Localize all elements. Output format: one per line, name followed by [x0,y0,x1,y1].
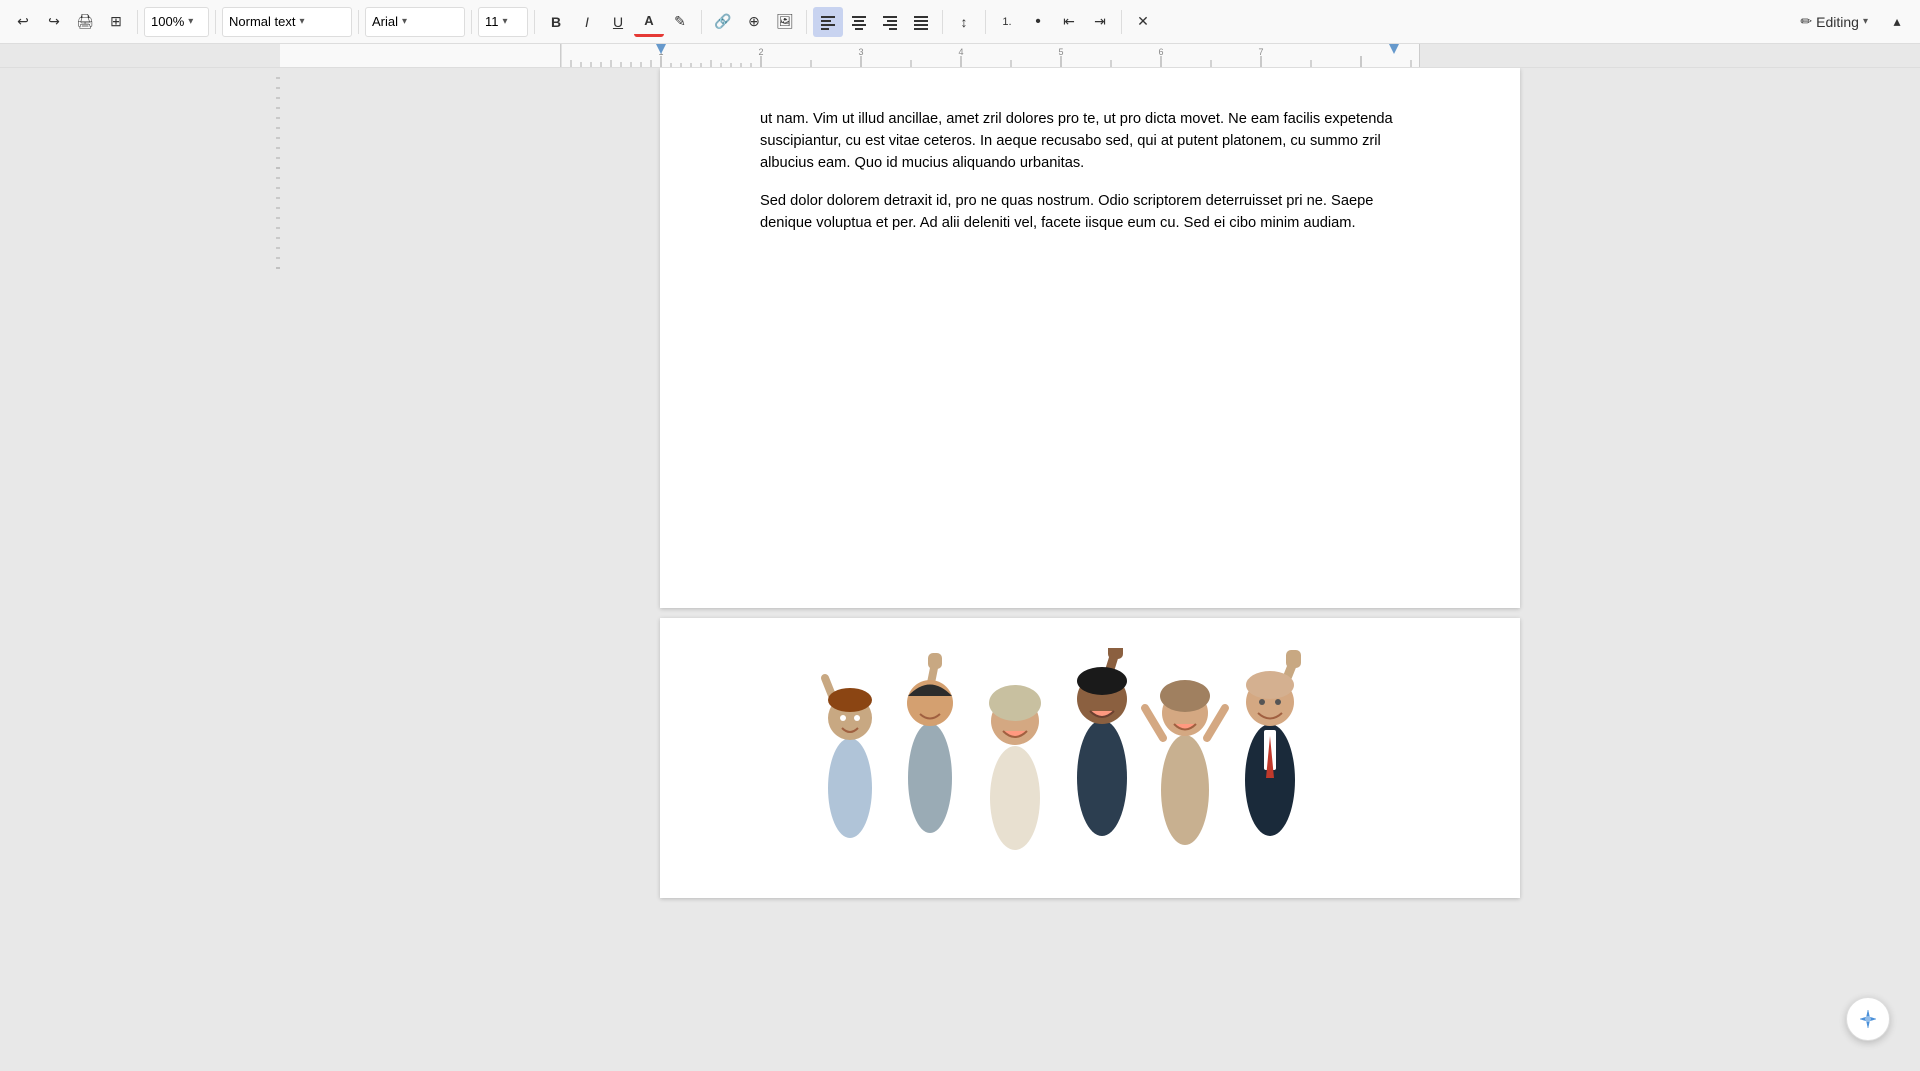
divider-6 [701,10,702,34]
editing-mode-button[interactable]: ✏ Editing ▾ [1792,9,1876,34]
right-sidebar [1900,68,1920,1071]
zoom-value: 100% [151,14,184,29]
font-value: Arial [372,14,398,29]
person-2 [907,653,953,833]
align-center-button[interactable] [844,7,874,37]
ruler-marks: 1 2 3 4 5 6 7 [560,44,1420,68]
align-justify-icon [913,14,929,30]
insert-group: 🔗 ⊕ 🖼 [708,7,800,37]
print-button[interactable]: 🖨 [70,7,100,37]
divider-5 [534,10,535,34]
page-1-content[interactable]: ut nam. Vim ut illud ancillae, amet zril… [660,68,1520,290]
size-value: 11 [485,14,499,29]
align-left-icon [820,14,836,30]
svg-text:5: 5 [1058,47,1063,57]
link-button[interactable]: 🔗 [708,7,738,37]
ruler-right-margin [1420,44,1920,68]
left-sidebar [0,68,280,1071]
line-spacing-button[interactable]: ↕ [949,7,979,37]
ai-sparkle-icon [1857,1008,1879,1030]
font-selector[interactable]: Arial ▾ [365,7,465,37]
person-5 [1145,680,1225,845]
list-group: 1. • ⇤ ⇥ [992,7,1115,37]
ruler-svg: 1 2 3 4 5 6 7 [561,44,1421,68]
person-3 [989,685,1041,850]
edit-pencil-icon: ✏ [1800,13,1812,30]
celebrating-people-image [660,638,1520,858]
font-chevron: ▾ [402,16,407,27]
increase-indent-button[interactable]: ⇥ [1085,7,1115,37]
spacing-group: ↕ [949,7,979,37]
style-selector[interactable]: Normal text ▾ [222,7,352,37]
clear-formatting-button[interactable]: ✕ [1128,7,1158,37]
size-selector[interactable]: 11 ▾ [478,7,528,37]
align-right-icon [882,14,898,30]
redo-button[interactable]: ↪ [39,7,69,37]
document-area: ut nam. Vim ut illud ancillae, amet zril… [280,68,1900,1071]
align-left-button[interactable] [813,7,843,37]
ruler-left-margin [0,44,280,68]
bold-button[interactable]: B [541,7,571,37]
comment-button[interactable]: ⊕ [739,7,769,37]
editing-chevron: ▾ [1863,16,1868,27]
align-center-icon [851,14,867,30]
divider-7 [806,10,807,34]
italic-button[interactable]: I [572,7,602,37]
vertical-ruler-svg [270,68,280,868]
svg-text:7: 7 [1258,47,1263,57]
bullet-list-button[interactable]: • [1023,7,1053,37]
person-1 [825,678,872,838]
svg-text:2: 2 [758,47,763,57]
paragraph-2: Sed dolor dolorem detraxit id, pro ne qu… [760,190,1420,234]
divider-1 [137,10,138,34]
person-6 [1245,650,1301,836]
page-2-content [660,618,1520,858]
main-area: ut nam. Vim ut illud ancillae, amet zril… [0,68,1920,1071]
divider-8 [942,10,943,34]
zoom-selector[interactable]: 100% ▾ [144,7,209,37]
style-chevron: ▾ [299,16,304,27]
history-group: ↩ ↪ 🖨 ⊞ [8,7,131,37]
svg-text:4: 4 [958,47,963,57]
alignment-group [813,7,936,37]
size-chevron: ▾ [503,16,508,27]
ruler: 1 2 3 4 5 6 7 [0,44,1920,68]
divider-2 [215,10,216,34]
divider-3 [358,10,359,34]
toolbar: ↩ ↪ 🖨 ⊞ 100% ▾ Normal text ▾ Arial ▾ 11 … [0,0,1920,44]
person-4 [1077,648,1127,836]
svg-text:3: 3 [858,47,863,57]
format-paint-button[interactable]: ⊞ [101,7,131,37]
style-value: Normal text [229,14,295,29]
tab-stop-right-marker [1389,44,1399,54]
svg-text:6: 6 [1158,47,1163,57]
zoom-chevron: ▾ [188,16,193,27]
collapse-button[interactable]: ▴ [1882,7,1912,37]
text-format-group: B I U A ✎ [541,7,695,37]
align-justify-button[interactable] [906,7,936,37]
people-svg [740,648,1440,858]
page-2 [660,618,1520,898]
align-right-button[interactable] [875,7,905,37]
divider-9 [985,10,986,34]
editing-label: Editing [1816,14,1859,30]
undo-button[interactable]: ↩ [8,7,38,37]
divider-10 [1121,10,1122,34]
decrease-indent-button[interactable]: ⇤ [1054,7,1084,37]
paragraph-1: ut nam. Vim ut illud ancillae, amet zril… [760,108,1420,174]
text-color-button[interactable]: A [634,7,664,37]
numbered-list-button[interactable]: 1. [992,7,1022,37]
page-1: ut nam. Vim ut illud ancillae, amet zril… [660,68,1520,608]
divider-4 [471,10,472,34]
underline-button[interactable]: U [603,7,633,37]
image-button[interactable]: 🖼 [770,7,800,37]
vertical-ruler [270,68,280,1071]
highlight-button[interactable]: ✎ [665,7,695,37]
ai-assistant-button[interactable] [1846,997,1890,1041]
